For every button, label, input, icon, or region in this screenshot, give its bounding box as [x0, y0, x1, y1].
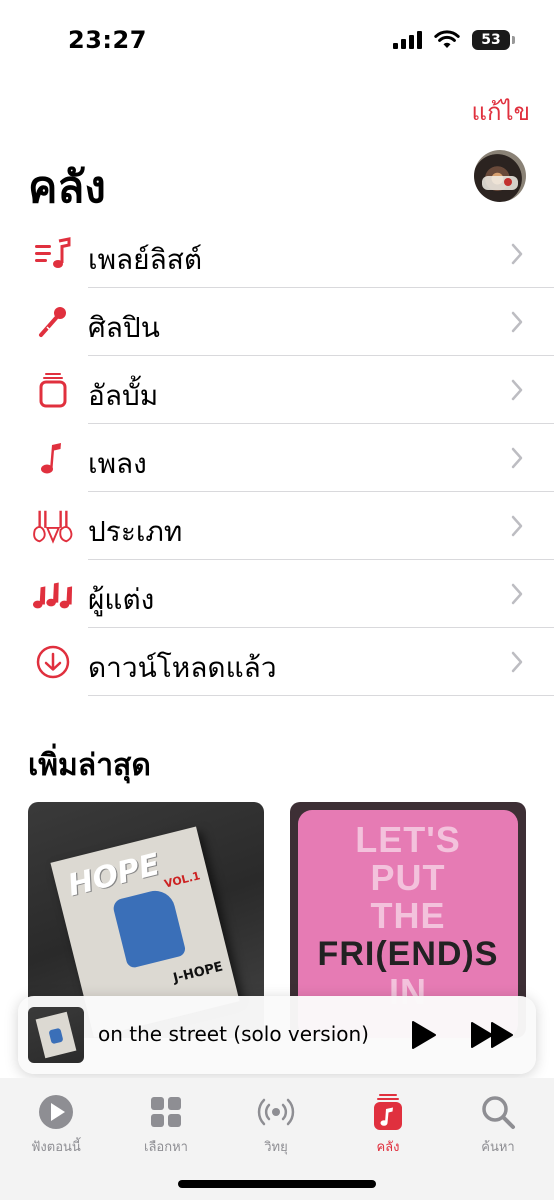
tab-label: คลัง: [376, 1140, 400, 1155]
album-artwork-figure: [111, 886, 187, 970]
library-item-label: ประเภท: [88, 515, 183, 548]
library-list: เพลย์ลิสต์ ศิลปิน อัลบั้ม เพลง ประเภท ผู…: [0, 220, 554, 696]
chevron-right-icon: [511, 447, 523, 469]
microphone-icon: [32, 304, 74, 340]
status-time: 23:27: [68, 26, 147, 54]
album-cover-text: THE: [370, 895, 446, 936]
library-item-label: อัลบั้ม: [88, 379, 159, 412]
edit-button[interactable]: แก้ไข: [472, 92, 530, 131]
tab-search[interactable]: ค้นหา: [448, 1092, 548, 1157]
chevron-right-icon: [511, 651, 523, 673]
search-icon: [482, 1096, 515, 1129]
library-item-label: ผู้แต่ง: [88, 583, 155, 616]
library-item-albums[interactable]: อัลบั้ม: [0, 356, 554, 424]
now-playing-title: on the street (solo version): [98, 1022, 369, 1046]
play-circle-icon: [39, 1095, 73, 1129]
library-item-label: เพลง: [88, 447, 147, 480]
library-item-artists[interactable]: ศิลปิน: [0, 288, 554, 356]
tab-listen-now[interactable]: ฟังตอนนี้: [6, 1092, 106, 1157]
chevron-right-icon: [511, 379, 523, 401]
tab-label: ค้นหา: [481, 1140, 515, 1155]
mini-player[interactable]: on the street (solo version): [18, 996, 536, 1074]
divider: [88, 695, 554, 696]
album-icon: [32, 372, 74, 408]
radio-icon: [257, 1098, 295, 1126]
chevron-right-icon: [511, 243, 523, 265]
avatar[interactable]: [474, 150, 526, 202]
library-item-genres[interactable]: ประเภท: [0, 492, 554, 560]
now-playing-artwork: [28, 1007, 84, 1063]
tab-library[interactable]: คลัง: [338, 1092, 438, 1157]
home-indicator[interactable]: [178, 1180, 376, 1188]
library-item-composers[interactable]: ผู้แต่ง: [0, 560, 554, 628]
chevron-right-icon: [511, 515, 523, 537]
tab-radio[interactable]: วิทยุ: [226, 1092, 326, 1157]
download-icon: [32, 644, 74, 680]
tab-label: วิทยุ: [264, 1140, 288, 1155]
library-item-label: ศิลปิน: [88, 311, 160, 344]
genre-icon: [32, 508, 74, 544]
library-item-playlists[interactable]: เพลย์ลิสต์: [0, 220, 554, 288]
album-cover-text: LET'S: [355, 819, 461, 860]
tab-label: ฟังตอนนี้: [31, 1140, 81, 1155]
music-note-icon: [32, 440, 74, 476]
library-item-label: เพลย์ลิสต์: [88, 243, 203, 276]
tab-label: เลือกหา: [144, 1140, 188, 1155]
status-indicators: 53: [393, 30, 515, 50]
album-cover-text: J-HOPE: [171, 959, 225, 987]
tab-browse[interactable]: เลือกหา: [116, 1092, 216, 1157]
playlist-icon: [32, 236, 74, 272]
wifi-icon: [434, 30, 460, 48]
library-icon: [374, 1094, 402, 1130]
album-cover-text: FRI(END)S: [317, 935, 499, 973]
composer-icon: [32, 576, 74, 612]
play-icon[interactable]: [408, 1020, 438, 1050]
battery-icon: 53: [472, 30, 515, 50]
library-item-songs[interactable]: เพลง: [0, 424, 554, 492]
album-cover-text: PUT: [370, 857, 446, 898]
status-bar: 23:27 53: [0, 0, 554, 80]
page-title: คลัง: [28, 162, 106, 213]
album-cover-text: VOL.1: [162, 869, 202, 891]
library-item-downloaded[interactable]: ดาวน์โหลดแล้ว: [0, 628, 554, 696]
cellular-signal-icon: [393, 31, 422, 49]
chevron-right-icon: [511, 311, 523, 333]
chevron-right-icon: [511, 583, 523, 605]
recently-added-title: เพิ่มล่าสุด: [28, 748, 151, 783]
library-item-label: ดาวน์โหลดแล้ว: [88, 651, 277, 684]
fast-forward-icon[interactable]: [470, 1020, 516, 1050]
grid-icon: [151, 1097, 181, 1127]
